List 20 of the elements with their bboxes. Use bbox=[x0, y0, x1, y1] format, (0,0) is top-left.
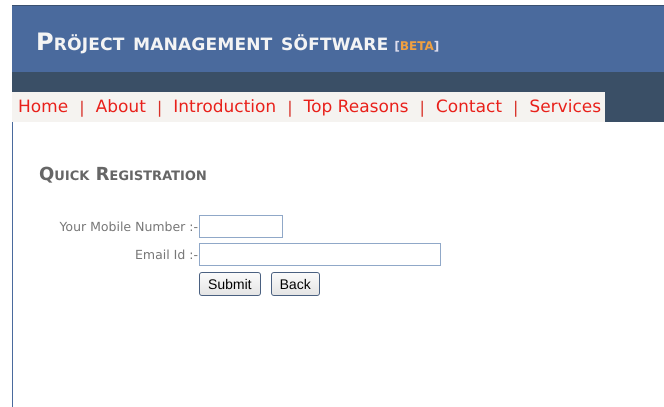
nav-separator: | bbox=[156, 98, 162, 116]
beta-label: [BETA] bbox=[394, 39, 440, 53]
form-heading: Quick Registration bbox=[39, 164, 207, 185]
nav-separator: | bbox=[79, 98, 85, 116]
form-button[interactable]: Submit bbox=[199, 272, 261, 296]
form-button[interactable]: Back bbox=[270, 272, 320, 296]
nav-link[interactable]: Introduction bbox=[173, 97, 276, 117]
nav-link[interactable]: Contact bbox=[436, 97, 502, 117]
field-label: Your Mobile Number :- bbox=[59, 219, 198, 234]
site-title: Pröject management söftware bbox=[36, 28, 388, 56]
nav-link[interactable]: About bbox=[96, 97, 146, 117]
nav-separator: | bbox=[287, 98, 293, 116]
nav-separator: | bbox=[420, 98, 425, 116]
nav-link[interactable]: Services bbox=[529, 97, 602, 117]
input-field[interactable] bbox=[199, 215, 283, 238]
input-field[interactable] bbox=[199, 243, 441, 266]
nav-link[interactable]: Home bbox=[18, 97, 68, 117]
field-label: Email Id :- bbox=[135, 247, 198, 262]
nav-link[interactable]: Top Reasons bbox=[304, 97, 408, 117]
nav-separator: | bbox=[513, 98, 518, 116]
